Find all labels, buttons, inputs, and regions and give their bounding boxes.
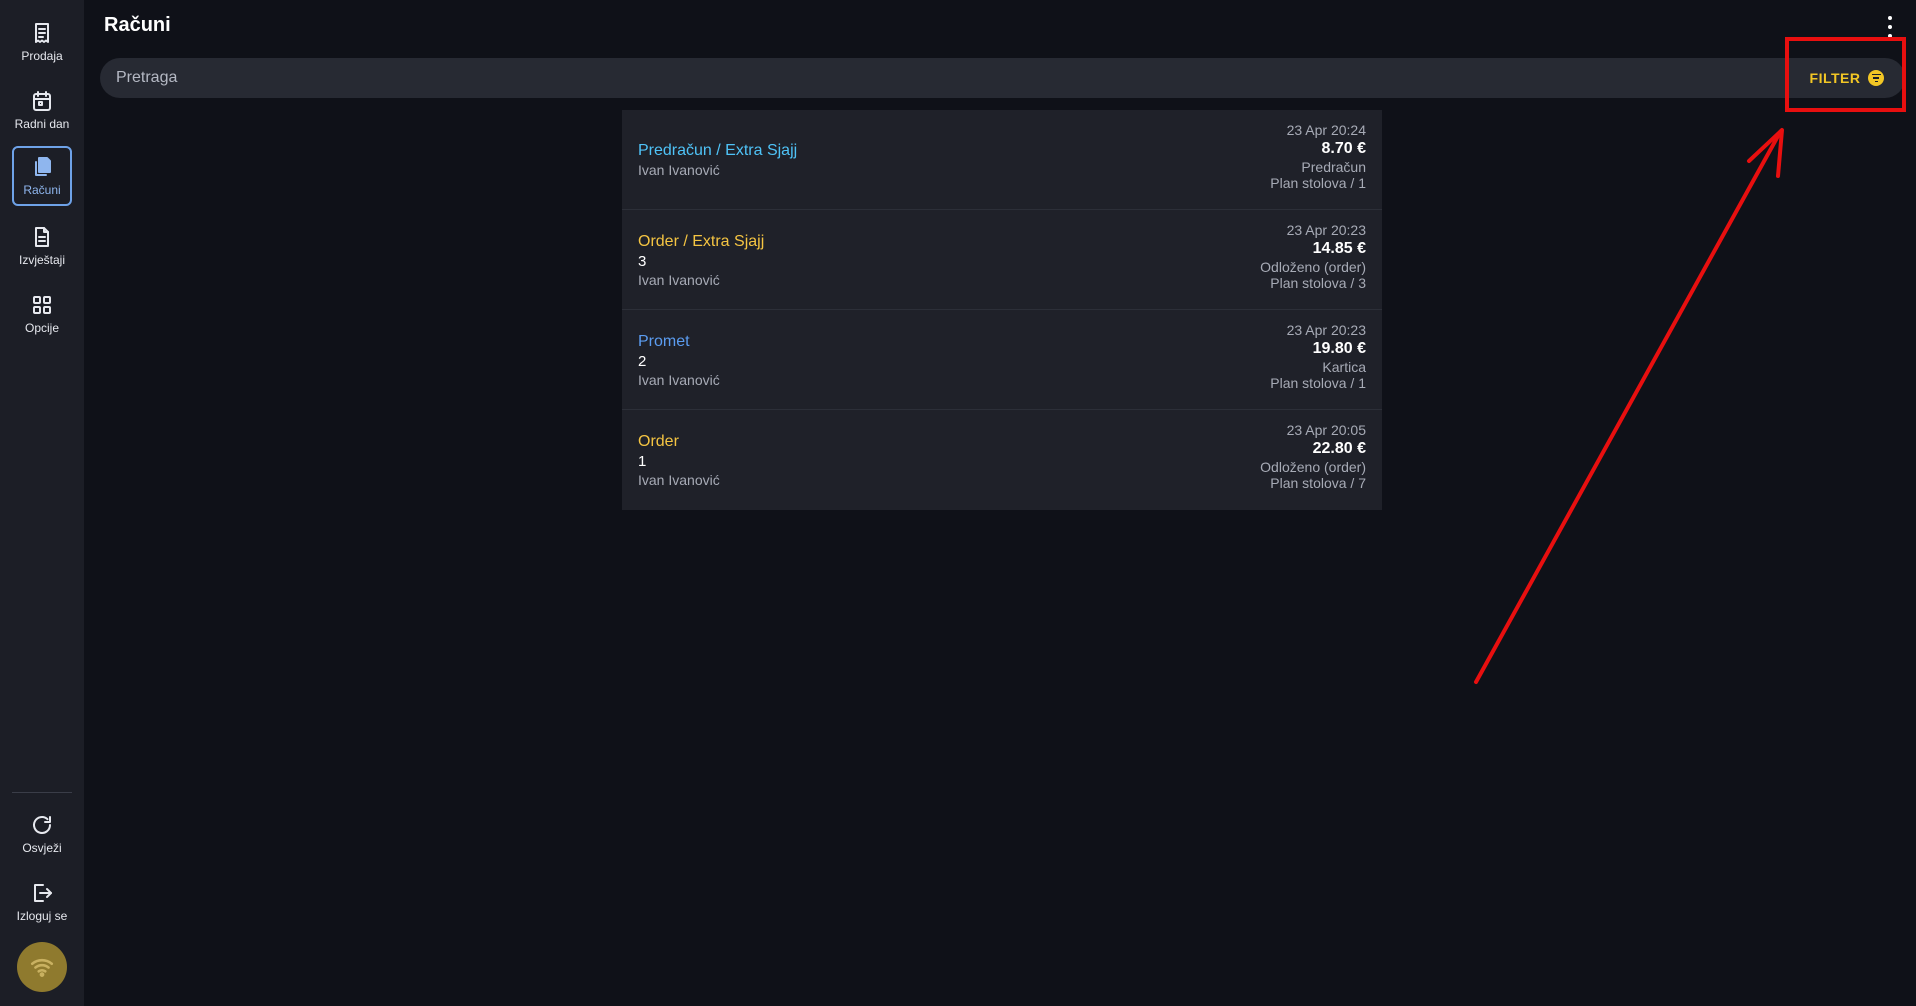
- sidebar-item-label: Opcije: [24, 321, 59, 335]
- refresh-icon: [33, 816, 51, 834]
- receipt-time: 23 Apr 20:24: [1286, 122, 1366, 138]
- refresh-button[interactable]: Osvježi: [12, 804, 72, 864]
- receipt-user: Ivan Ivanović: [638, 271, 720, 288]
- receipt-table: Plan stolova / 3: [1270, 275, 1366, 291]
- page-title: Računi: [104, 14, 171, 36]
- wifi-icon: [30, 958, 54, 977]
- receipt-user: Ivan Ivanović: [638, 162, 720, 178]
- receipt-status: Odloženo (order): [1260, 459, 1366, 475]
- logout-label: Izloguj se: [16, 909, 68, 923]
- receipt-number: 2: [638, 352, 647, 370]
- connection-status[interactable]: [17, 942, 67, 992]
- documents-icon: [35, 157, 51, 176]
- receipt-amount: 14.85 €: [1312, 240, 1366, 257]
- logout-icon: [34, 884, 52, 902]
- sidebar-item-prodaja[interactable]: Prodaja: [12, 12, 72, 72]
- receipt-item[interactable]: Predračun / Extra Sjajj Ivan Ivanović 23…: [622, 110, 1382, 210]
- grid-icon: [33, 296, 51, 314]
- logout-button[interactable]: Izloguj se: [12, 872, 72, 932]
- search-input[interactable]: [116, 58, 1716, 98]
- receipt-amount: 8.70 €: [1321, 140, 1366, 157]
- receipt-amount: 22.80 €: [1312, 440, 1366, 457]
- sidebar-item-izvjestaji[interactable]: Izvještaji: [12, 216, 72, 276]
- receipt-time: 23 Apr 20:23: [1286, 322, 1366, 338]
- receipt-time: 23 Apr 20:05: [1286, 422, 1366, 438]
- receipt-number: 1: [638, 452, 647, 470]
- sidebar-item-label: Prodaja: [21, 49, 63, 63]
- refresh-label: Osvježi: [22, 841, 62, 855]
- report-icon: [35, 227, 49, 247]
- receipt-title: Order / Extra Sjajj: [638, 232, 765, 250]
- sidebar-item-label: Izvještaji: [18, 253, 65, 267]
- receipt-item[interactable]: Order 1 Ivan Ivanović 23 Apr 20:05 22.80…: [622, 410, 1382, 510]
- search-bar: [100, 58, 1905, 98]
- sidebar: Prodaja Radni dan Računi Izvještaji Opci…: [0, 0, 84, 1006]
- annotation-highlight-box: [1785, 37, 1906, 112]
- receipt-title: Predračun / Extra Sjajj: [638, 142, 798, 159]
- receipt-list: Predračun / Extra Sjajj Ivan Ivanović 23…: [622, 110, 1382, 510]
- receipt-user: Ivan Ivanović: [638, 471, 720, 488]
- sidebar-divider: [12, 792, 72, 793]
- calendar-icon: [33, 91, 51, 111]
- receipt-table: Plan stolova / 1: [1270, 375, 1366, 391]
- receipt-item[interactable]: Promet 2 Ivan Ivanović 23 Apr 20:23 19.8…: [622, 310, 1382, 410]
- receipt-status: Predračun: [1301, 159, 1366, 175]
- sidebar-item-opcije[interactable]: Opcije: [12, 284, 72, 344]
- receipt-status: Kartica: [1322, 359, 1366, 375]
- receipt-user: Ivan Ivanović: [638, 371, 720, 388]
- sidebar-item-racuni[interactable]: Računi: [12, 146, 72, 206]
- receipt-amount: 19.80 €: [1312, 340, 1366, 357]
- sidebar-item-label: Računi: [23, 183, 61, 197]
- receipt-status: Odloženo (order): [1260, 259, 1366, 275]
- receipt-icon: [35, 23, 49, 43]
- receipt-table: Plan stolova / 7: [1270, 475, 1366, 491]
- receipt-number: 3: [638, 252, 647, 270]
- receipt-time: 23 Apr 20:23: [1286, 222, 1366, 238]
- sidebar-item-label: Radni dan: [14, 117, 70, 131]
- receipt-title: Order: [638, 432, 679, 450]
- receipt-table: Plan stolova / 1: [1270, 175, 1366, 191]
- sidebar-item-radni-dan[interactable]: Radni dan: [12, 80, 72, 140]
- more-vertical-icon: [1888, 16, 1892, 20]
- app: Prodaja Radni dan Računi Izvještaji Opci…: [0, 0, 1916, 1006]
- receipt-item[interactable]: Order / Extra Sjajj 3 Ivan Ivanović 23 A…: [622, 210, 1382, 310]
- receipt-title: Promet: [638, 332, 690, 350]
